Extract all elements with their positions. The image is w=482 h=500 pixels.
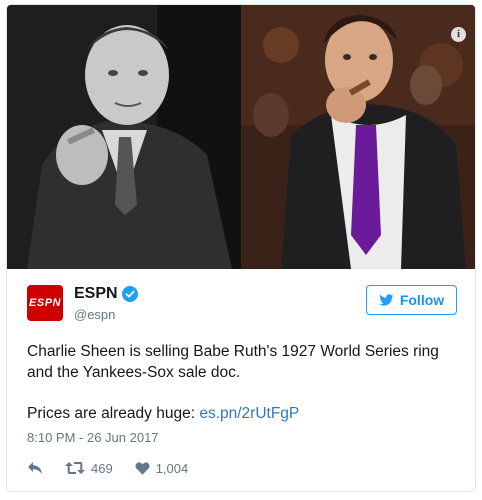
verified-badge-icon xyxy=(122,286,138,302)
photo-right[interactable]: i xyxy=(241,5,475,269)
photo-left[interactable] xyxy=(7,5,241,269)
like-count: 1,004 xyxy=(155,460,189,476)
tweet-text-line: Charlie Sheen is selling Babe Ruth's 192… xyxy=(27,343,439,360)
handle[interactable]: @espn xyxy=(74,307,115,322)
tweet-link[interactable]: es.pn/2rUtFgP xyxy=(199,405,299,422)
tweet-text-line: and the Yankees-Sox sale doc. xyxy=(27,364,241,381)
info-icon[interactable]: i xyxy=(451,27,466,42)
tweet-media[interactable]: i xyxy=(7,5,475,269)
tweet-text: Charlie Sheen is selling Babe Ruth's 192… xyxy=(27,341,467,424)
tweet-card: i ESPN ESPN @espn Follow Charlie Sheen i… xyxy=(6,4,476,492)
action-bar: 469 1,004 xyxy=(27,458,210,478)
follow-label: Follow xyxy=(399,292,445,308)
tweet-header: ESPN ESPN @espn Follow xyxy=(27,285,457,329)
tweet-text-prefix: Prices are already huge: xyxy=(27,405,200,422)
timestamp[interactable]: 8:10 PM - 26 Jun 2017 xyxy=(27,430,159,445)
avatar[interactable]: ESPN xyxy=(27,285,63,321)
retweet-icon xyxy=(65,462,85,474)
heart-icon xyxy=(135,462,150,475)
tweet-text-line: Prices are already huge: es.pn/2rUtFgP xyxy=(27,403,467,424)
retweet-button[interactable]: 469 xyxy=(65,461,113,476)
retweet-count: 469 xyxy=(91,460,113,476)
twitter-bird-icon xyxy=(379,293,394,306)
like-button[interactable]: 1,004 xyxy=(135,460,189,476)
follow-button[interactable]: Follow xyxy=(366,285,457,315)
reply-button[interactable] xyxy=(27,461,43,475)
display-name[interactable]: ESPN xyxy=(74,285,118,303)
reply-icon xyxy=(28,462,42,474)
